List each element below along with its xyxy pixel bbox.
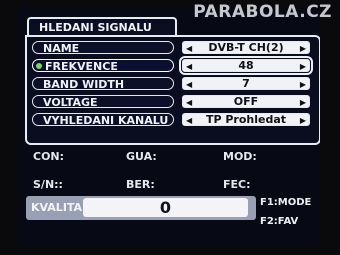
selection-dot-icon — [36, 63, 42, 69]
setting-label-frekvence: FREKVENCE — [32, 59, 174, 72]
fec-label: FEC: — [223, 178, 251, 191]
right-arrow-icon[interactable]: ▶ — [300, 61, 306, 73]
setting-label-text: FREKVENCE — [45, 60, 118, 72]
setting-value-text: OFF — [233, 95, 259, 108]
quality-value: 0 — [83, 198, 248, 217]
left-arrow-icon[interactable]: ◀ — [186, 43, 192, 55]
left-arrow-icon[interactable]: ◀ — [186, 97, 192, 109]
con-label: CON: — [33, 150, 65, 163]
watermark-logo: PARABOLA.CZ — [193, 2, 332, 22]
right-arrow-icon[interactable]: ▶ — [300, 43, 306, 55]
setting-label-band-width: BAND WIDTH — [32, 77, 174, 90]
setting-value-frekvence[interactable]: ◀ 48 ▶ — [179, 56, 313, 75]
gua-label: GUA: — [126, 150, 157, 163]
f2-fav-hint[interactable]: F2:FAV — [260, 216, 298, 227]
quality-panel: KVALITA 0 — [26, 196, 256, 220]
left-arrow-icon[interactable]: ◀ — [186, 61, 192, 73]
f1-mode-hint[interactable]: F1:MODE — [260, 197, 311, 208]
setting-value-text: TP Prohledat — [205, 113, 287, 126]
setting-label-name: NAME — [32, 41, 174, 54]
ber-label: BER: — [126, 178, 155, 191]
left-arrow-icon[interactable]: ◀ — [186, 115, 192, 127]
setting-row-frekvence[interactable]: FREKVENCE ◀ 48 ▶ — [27, 56, 319, 75]
left-arrow-icon[interactable]: ◀ — [186, 79, 192, 91]
setting-label-voltage: VOLTAGE — [32, 95, 174, 108]
setting-row-voltage[interactable]: VOLTAGE ◀ OFF ▶ — [27, 95, 319, 109]
quality-label: KVALITA — [31, 201, 83, 214]
setting-row-vyhledani-kanalu[interactable]: VYHLEDANI KANALU ◀ TP Prohledat ▶ — [27, 113, 319, 127]
right-arrow-icon[interactable]: ▶ — [300, 79, 306, 91]
setting-row-name[interactable]: NAME ◀ DVB-T CH(2) ▶ — [27, 41, 319, 55]
setting-value-text: 7 — [242, 77, 250, 90]
setting-value-text: 48 — [238, 59, 254, 72]
right-arrow-icon[interactable]: ▶ — [300, 97, 306, 109]
setting-value-text: DVB-T CH(2) — [208, 41, 284, 54]
setting-row-band-width[interactable]: BAND WIDTH ◀ 7 ▶ — [27, 77, 319, 91]
setting-value-voltage[interactable]: ◀ OFF ▶ — [182, 95, 310, 108]
sn-label: S/N:: — [33, 178, 63, 191]
setting-label-vyhledani-kanalu: VYHLEDANI KANALU — [32, 113, 174, 126]
screen-title: HLEDANI SIGNALU — [27, 17, 177, 35]
setting-value-name[interactable]: ◀ DVB-T CH(2) ▶ — [182, 41, 310, 54]
mod-label: MOD: — [223, 150, 257, 163]
right-arrow-icon[interactable]: ▶ — [300, 115, 306, 127]
settings-panel: NAME ◀ DVB-T CH(2) ▶ FREKVENCE ◀ 48 ▶ BA… — [25, 35, 320, 145]
setting-value-band-width[interactable]: ◀ 7 ▶ — [182, 77, 310, 90]
tv-screen: HLEDANI SIGNALU NAME ◀ DVB-T CH(2) ▶ FRE… — [18, 8, 320, 244]
setting-value-vyhledani-kanalu[interactable]: ◀ TP Prohledat ▶ — [182, 113, 310, 126]
